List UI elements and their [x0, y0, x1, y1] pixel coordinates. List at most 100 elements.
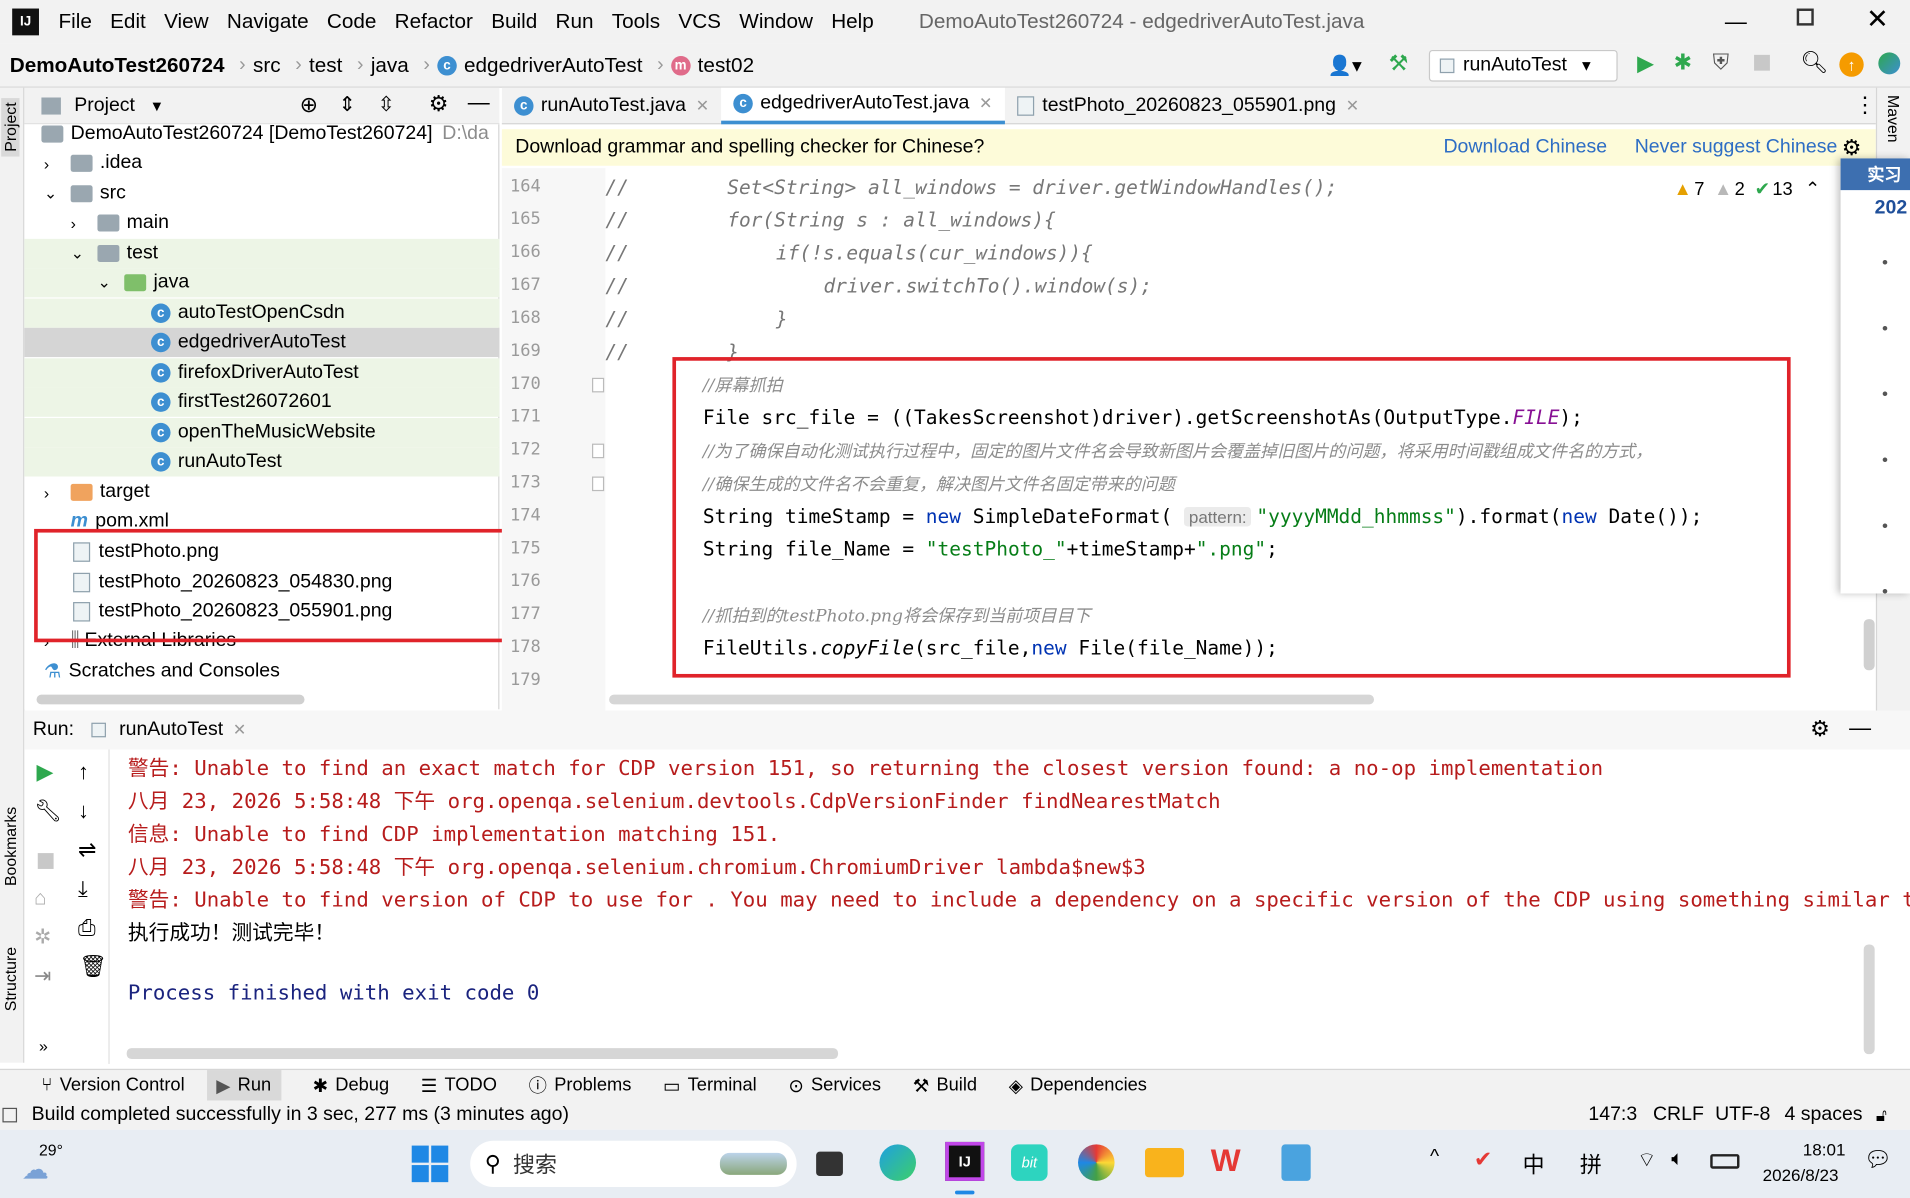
tree-item-idea[interactable]: › .idea — [44, 149, 142, 178]
vpn-icon[interactable]: ✔ — [1474, 1147, 1492, 1173]
gear-icon[interactable]: ⚙ — [1810, 717, 1830, 743]
tree-horizontal-scrollbar[interactable] — [36, 694, 305, 705]
tab-testphoto[interactable]: testPhoto_20260823_055901.png ✕ — [1005, 87, 1372, 124]
chevron-right-icon[interactable]: › — [44, 154, 71, 172]
close-tab-icon[interactable]: ✕ — [1346, 96, 1359, 115]
line-number[interactable]: 174 — [502, 506, 541, 525]
notification-icon[interactable]: 💬︎ — [1864, 1147, 1892, 1173]
menu-tools[interactable]: Tools — [612, 10, 660, 34]
tree-item-src[interactable]: ⌄ src — [44, 179, 126, 208]
never-suggest-link[interactable]: Never suggest Chinese — [1635, 136, 1838, 158]
tab-run[interactable]: ▶ Run — [206, 1069, 281, 1102]
menu-help[interactable]: Help — [831, 10, 874, 34]
menu-code[interactable]: Code — [327, 10, 377, 34]
line-number[interactable]: 172 — [502, 440, 541, 459]
line-number[interactable]: 167 — [502, 275, 541, 294]
coverage-icon[interactable]: ⛨ — [1713, 50, 1729, 76]
line-number[interactable]: 168 — [502, 308, 541, 327]
menu-view[interactable]: View — [164, 10, 209, 34]
wifi-icon[interactable]: ⌔ — [1637, 1147, 1656, 1173]
run-icon[interactable]: ▶ — [1637, 51, 1654, 77]
tab-terminal[interactable]: ▭ Terminal — [663, 1074, 757, 1096]
menu-build[interactable]: Build — [491, 10, 537, 34]
inspection-widget[interactable]: ▲ 7 ▲ 2 ✔ 13 ⌃ — [1674, 178, 1820, 200]
tree-item-class-selected[interactable]: c edgedriverAutoTest — [24, 327, 500, 358]
taskbar-search[interactable]: ⚲ 搜索 — [470, 1140, 797, 1188]
structure-tool-tab[interactable]: Structure — [1, 947, 19, 1011]
account-icon[interactable]: 👤▾ — [1328, 54, 1362, 78]
clock-time[interactable]: 18:01 — [1803, 1139, 1846, 1158]
tree-item-class[interactable]: c autoTestOpenCsdn — [24, 298, 500, 328]
search-icon[interactable]: 🔍︎ — [1800, 50, 1828, 76]
status-square-icon[interactable] — [2, 1107, 18, 1123]
chevron-down-icon[interactable]: ⌄ — [97, 273, 124, 292]
chevron-down-icon[interactable]: ▼ — [150, 97, 164, 114]
start-button[interactable] — [411, 1145, 449, 1183]
stop-icon[interactable] — [1754, 54, 1770, 71]
scroll-end-icon[interactable]: ⤓ — [78, 876, 88, 902]
menu-window[interactable]: Window — [739, 10, 813, 34]
paint-icon[interactable] — [1078, 1144, 1115, 1181]
tray-expand-icon[interactable]: ^ — [1430, 1147, 1439, 1169]
tree-item-class[interactable]: c firefoxDriverAutoTest — [24, 358, 500, 388]
download-chinese-link[interactable]: Download Chinese — [1443, 136, 1607, 158]
trash-icon[interactable]: 🗑︎ — [79, 954, 107, 980]
tab-runautotest[interactable]: c runAutoTest.java ✕ — [502, 87, 721, 124]
locate-icon[interactable]: ⊕ — [300, 93, 318, 119]
close-tab-icon[interactable]: ✕ — [233, 720, 246, 739]
more-icon[interactable]: » — [39, 1037, 48, 1055]
line-number[interactable]: 179 — [502, 670, 541, 689]
menu-edit[interactable]: Edit — [110, 10, 146, 34]
maven-tool-tab[interactable]: Maven — [1884, 95, 1902, 143]
tree-item-scratches[interactable]: ⚗ Scratches and Consoles — [44, 657, 280, 686]
file-encoding[interactable]: UTF-8 — [1715, 1104, 1770, 1126]
battery-icon[interactable] — [1710, 1154, 1740, 1169]
rerun-icon[interactable]: ▶ — [37, 759, 54, 785]
hide-icon[interactable]: — — [468, 90, 490, 116]
line-number[interactable]: 173 — [502, 473, 541, 492]
breadcrumb-method[interactable]: test02 — [698, 53, 754, 77]
breadcrumb-test[interactable]: test — [309, 53, 342, 77]
fold-marker-icon[interactable] — [592, 443, 605, 459]
close-tab-icon[interactable]: ✕ — [979, 94, 992, 113]
volume-icon[interactable]: 🔈︎ — [1671, 1147, 1683, 1171]
breadcrumb-src[interactable]: src — [253, 53, 281, 77]
tree-item-class[interactable]: c runAutoTest — [24, 447, 500, 477]
update-icon[interactable]: ↑ — [1839, 52, 1864, 77]
tab-todo[interactable]: ☰ TODO — [421, 1074, 497, 1096]
bookmarks-tool-tab[interactable]: Bookmarks — [1, 807, 19, 886]
jetbrains-icon[interactable] — [1878, 52, 1901, 75]
menu-run[interactable]: Run — [556, 10, 594, 34]
intellij-taskbar-icon[interactable]: IJ — [945, 1141, 985, 1181]
menu-vcs[interactable]: VCS — [678, 10, 721, 34]
stop-icon[interactable] — [37, 853, 54, 869]
close-icon[interactable]: ✕ — [1866, 4, 1888, 36]
tab-edgedriverautotest[interactable]: c edgedriverAutoTest.java ✕ — [721, 87, 1005, 124]
line-number[interactable]: 165 — [502, 210, 541, 229]
chevron-down-icon[interactable]: ⌄ — [44, 184, 71, 203]
exit-icon[interactable]: ⇥ — [34, 964, 51, 988]
down-arrow-icon[interactable]: ↓ — [78, 798, 89, 824]
tab-build[interactable]: ⚒ Build — [913, 1074, 977, 1096]
line-number[interactable]: 176 — [502, 572, 541, 591]
line-number[interactable]: 169 — [502, 341, 541, 360]
chevron-up-icon[interactable]: ⌃ — [1805, 178, 1820, 200]
editor-vertical-scrollbar[interactable] — [1863, 619, 1875, 671]
lock-icon[interactable]: 🔓︎ — [1876, 1105, 1887, 1126]
tab-dependencies[interactable]: ◈ Dependencies — [1009, 1074, 1147, 1096]
debug-icon[interactable]: ✱ — [1674, 50, 1692, 76]
tab-version-control[interactable]: ⑂ Version Control — [41, 1075, 184, 1096]
tree-item-class[interactable]: c firstTest26072601 — [24, 387, 500, 417]
camera-icon[interactable]: ⌂ — [34, 886, 47, 910]
close-tab-icon[interactable]: ✕ — [696, 96, 709, 115]
line-number[interactable]: 175 — [502, 539, 541, 558]
bit-icon[interactable]: bit — [1011, 1144, 1048, 1181]
minimize-icon[interactable]: — — [1725, 10, 1747, 36]
code-editor[interactable]: // // // // // // Set<String> all_window… — [605, 168, 1876, 711]
expand-all-icon[interactable]: ⇕ — [339, 93, 356, 117]
chevron-right-icon[interactable]: › — [71, 214, 98, 232]
status-message[interactable]: Build completed successfully in 3 sec, 2… — [32, 1104, 569, 1126]
hammer-icon[interactable]: ⚒ — [1389, 51, 1409, 77]
tree-item-java[interactable]: ⌄ java — [24, 268, 500, 298]
fold-marker-icon[interactable] — [592, 377, 605, 393]
